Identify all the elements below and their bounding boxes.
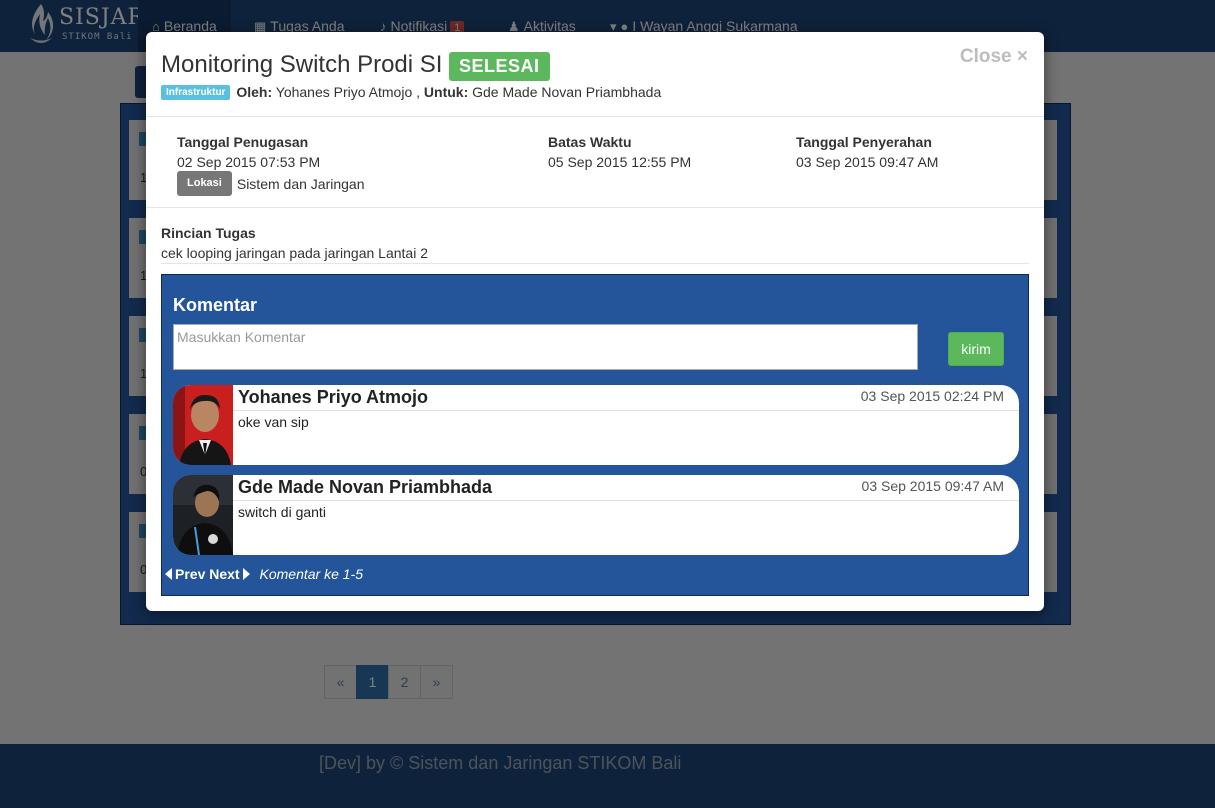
task-meta: Infrastruktur Oleh: Yohanes Priyo Atmojo… bbox=[161, 84, 661, 100]
comments-range: Komentar ke 1-5 bbox=[259, 566, 364, 582]
modal-title: Monitoring Switch Prodi SI bbox=[161, 51, 443, 78]
location-label: Lokasi bbox=[177, 171, 232, 196]
comment-author: Gde Made Novan Priambhada bbox=[238, 477, 493, 497]
comment-author: Yohanes Priyo Atmojo bbox=[238, 387, 429, 407]
avatar bbox=[173, 475, 233, 555]
details-value: cek looping jaringan pada jaringan Lanta… bbox=[161, 245, 428, 261]
comments-title: Komentar bbox=[173, 295, 258, 315]
assigned-value: 02 Sep 2015 07:53 PM bbox=[177, 154, 321, 170]
comments-pager: Prev Next Komentar ke 1-5 bbox=[165, 566, 363, 582]
by-label: Oleh: bbox=[236, 84, 273, 100]
task-detail-modal: Monitoring Switch Prodi SI SELESAI Close… bbox=[146, 32, 1044, 611]
send-comment-button[interactable]: kirim bbox=[948, 332, 1004, 366]
caret-left-icon bbox=[165, 568, 172, 580]
deadline-label: Batas Waktu bbox=[548, 134, 632, 150]
deadline-value: 05 Sep 2015 12:55 PM bbox=[548, 154, 692, 170]
location-value: Sistem dan Jaringan bbox=[236, 175, 365, 192]
submitted-label: Tanggal Penyerahan bbox=[796, 134, 932, 150]
comments-next-link[interactable]: Next bbox=[209, 566, 250, 582]
prev-label: Prev bbox=[175, 566, 206, 582]
divider bbox=[146, 116, 1044, 117]
comment-divider bbox=[233, 410, 1019, 411]
comment-input[interactable] bbox=[173, 324, 918, 370]
next-label: Next bbox=[209, 566, 240, 582]
submitted-date-block: Tanggal Penyerahan 03 Sep 2015 09:47 AM bbox=[796, 134, 938, 170]
close-button[interactable]: Close × bbox=[960, 46, 1028, 68]
divider bbox=[161, 263, 1029, 264]
avatar-photo-icon bbox=[173, 475, 233, 555]
category-label: Infrastruktur bbox=[161, 85, 231, 100]
location-row: Lokasi Sistem dan Jaringan bbox=[177, 171, 365, 196]
comment-item: Yohanes Priyo Atmojo 03 Sep 2015 02:24 P… bbox=[173, 385, 1019, 465]
caret-right-icon bbox=[242, 568, 250, 580]
comment-item: Gde Made Novan Priambhada 03 Sep 2015 09… bbox=[173, 475, 1019, 555]
comment-divider bbox=[233, 500, 1019, 501]
divider bbox=[146, 207, 1044, 208]
for-label: Untuk: bbox=[423, 84, 469, 100]
by-value: Yohanes Priyo Atmojo , bbox=[275, 84, 421, 100]
assigned-date-block: Tanggal Penugasan 02 Sep 2015 07:53 PM L… bbox=[177, 134, 365, 196]
comment-text: switch di ganti bbox=[238, 504, 326, 520]
avatar-photo-icon bbox=[173, 385, 233, 465]
deadline-block: Batas Waktu 05 Sep 2015 12:55 PM bbox=[548, 134, 691, 170]
for-value: Gde Made Novan Priambhada bbox=[472, 84, 662, 100]
comments-panel: Komentar kirim Yohanes Priyo Atmojo 03 S… bbox=[161, 274, 1029, 596]
avatar bbox=[173, 385, 233, 465]
status-badge: SELESAI bbox=[449, 52, 550, 81]
details-label: Rincian Tugas bbox=[161, 225, 256, 241]
submitted-value: 03 Sep 2015 09:47 AM bbox=[796, 154, 939, 170]
comments-prev-link[interactable]: Prev bbox=[165, 566, 205, 582]
comment-time: 03 Sep 2015 09:47 AM bbox=[861, 478, 1004, 494]
comment-time: 03 Sep 2015 02:24 PM bbox=[860, 388, 1004, 404]
comment-text: oke van sip bbox=[238, 414, 309, 430]
assigned-label: Tanggal Penugasan bbox=[177, 134, 309, 150]
